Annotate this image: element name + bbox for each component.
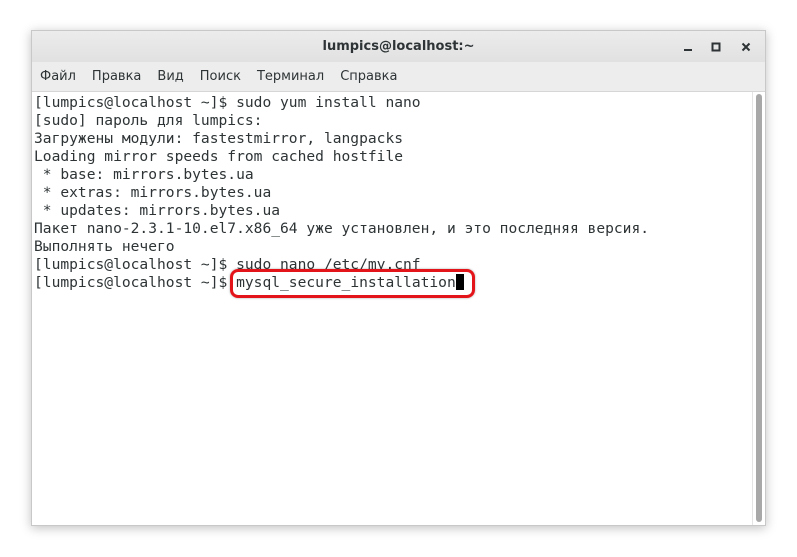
minimize-icon <box>682 41 694 53</box>
terminal-line: * updates: mirrors.bytes.ua <box>34 202 281 219</box>
terminal-line: [sudo] пароль для lumpics: <box>34 112 263 129</box>
terminal-line: * base: mirrors.bytes.ua <box>34 166 254 183</box>
terminal-line: Выполнять нечего <box>34 238 175 255</box>
maximize-icon <box>710 41 722 53</box>
text-cursor <box>455 274 464 290</box>
menu-terminal[interactable]: Терминал <box>249 62 332 91</box>
title-bar[interactable]: lumpics@localhost:~ <box>32 31 765 63</box>
scrollbar-thumb[interactable] <box>756 94 762 522</box>
menu-bar: Файл Правка Вид Поиск Терминал Справка <box>32 62 765 92</box>
highlighted-command: mysql_secure_installation <box>230 269 475 298</box>
menu-file[interactable]: Файл <box>32 62 84 91</box>
shell-prompt: [lumpics@localhost ~]$ <box>34 274 237 291</box>
terminal-lines: [lumpics@localhost ~]$ sudo yum install … <box>34 94 650 298</box>
current-command: mysql_secure_installation <box>236 274 456 291</box>
minimize-button[interactable] <box>676 35 700 59</box>
terminal-line: Loading mirror speeds from cached hostfi… <box>34 148 404 165</box>
window-title: lumpics@localhost:~ <box>322 39 475 54</box>
menu-search[interactable]: Поиск <box>192 62 249 91</box>
terminal-window: lumpics@localhost:~ Файл Правка Вид Поис… <box>31 30 766 526</box>
terminal-current-line[interactable]: [lumpics@localhost ~]$ mysql_secure_inst… <box>34 269 649 298</box>
terminal-line: * extras: mirrors.bytes.ua <box>34 184 272 201</box>
terminal-line: Загружены модули: fastestmirror, langpac… <box>34 130 404 147</box>
terminal-line: [lumpics@localhost ~]$ sudo yum install … <box>34 94 421 111</box>
maximize-button[interactable] <box>704 35 728 59</box>
menu-help[interactable]: Справка <box>332 62 405 91</box>
terminal-output[interactable]: [lumpics@localhost ~]$ sudo yum install … <box>32 92 754 525</box>
close-icon <box>740 41 752 53</box>
menu-view[interactable]: Вид <box>149 62 191 91</box>
vertical-scrollbar[interactable] <box>752 92 765 525</box>
close-button[interactable] <box>734 35 758 59</box>
menu-edit[interactable]: Правка <box>84 62 149 91</box>
terminal-line: Пакет nano-2.3.1-10.el7.x86_64 уже устан… <box>34 220 650 237</box>
terminal-line: [lumpics@localhost ~]$ sudo nano /etc/my… <box>34 256 421 273</box>
